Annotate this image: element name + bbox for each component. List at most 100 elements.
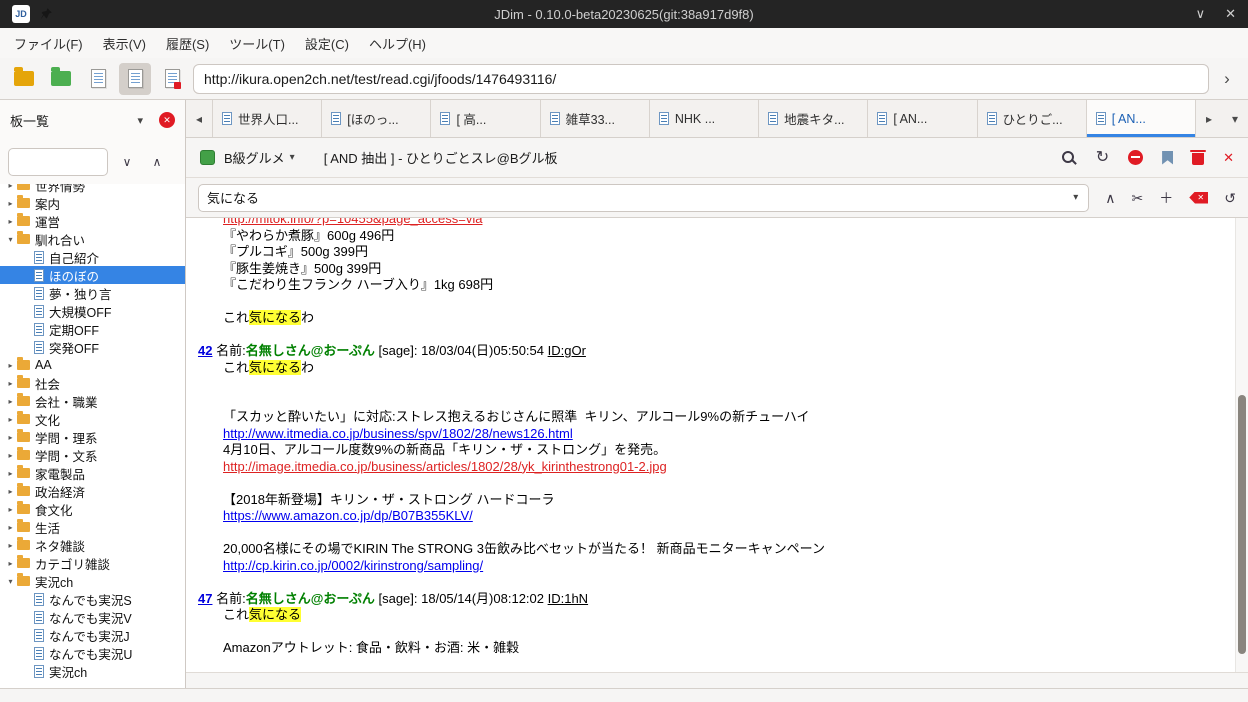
post-number-link[interactable]: 47 bbox=[198, 591, 212, 606]
reload-icon[interactable]: ↻ bbox=[1096, 150, 1109, 166]
thread-tab[interactable]: [ AN... bbox=[1087, 100, 1196, 137]
thread-list-button[interactable] bbox=[82, 63, 114, 95]
thread-tab[interactable]: 雑草33... bbox=[541, 100, 650, 137]
boards-sidebar-button[interactable] bbox=[8, 63, 40, 95]
tree-category-item[interactable]: ▸生活 bbox=[0, 518, 185, 536]
menu-item[interactable]: ファイル(F) bbox=[4, 30, 93, 57]
chevron-collapsed-icon[interactable]: ▸ bbox=[4, 397, 17, 406]
search-up-icon[interactable]: ∧ bbox=[146, 151, 168, 173]
tree-board-item[interactable]: 突発OFF bbox=[0, 338, 185, 356]
image-view-button[interactable] bbox=[156, 63, 188, 95]
tree-board-item[interactable]: 自己紹介 bbox=[0, 248, 185, 266]
chevron-collapsed-icon[interactable]: ▸ bbox=[4, 505, 17, 514]
thread-tab[interactable]: [ AN... bbox=[868, 100, 977, 137]
sidebar-dropdown-icon[interactable]: ▾ bbox=[137, 114, 143, 127]
tree-category-item[interactable]: ▾実況ch bbox=[0, 572, 185, 590]
scrollbar-thumb[interactable] bbox=[1238, 395, 1246, 654]
chevron-collapsed-icon[interactable]: ▸ bbox=[4, 451, 17, 460]
close-window-icon[interactable]: ✕ bbox=[1225, 6, 1236, 22]
link[interactable]: http://mitok.info/?p=10455&page_access=v… bbox=[223, 218, 482, 226]
link[interactable]: http://www.itmedia.co.jp/business/spv/18… bbox=[223, 426, 573, 441]
thread-tab[interactable]: 世界人口... bbox=[212, 100, 322, 137]
chevron-collapsed-icon[interactable]: ▸ bbox=[4, 487, 17, 496]
tree-board-item[interactable]: 大規模OFF bbox=[0, 302, 185, 320]
pin-icon[interactable] bbox=[39, 7, 53, 21]
poster-id[interactable]: ID:gOr bbox=[548, 343, 586, 358]
tree-category-item[interactable]: ▸社会 bbox=[0, 374, 185, 392]
menu-item[interactable]: ツール(T) bbox=[219, 30, 295, 57]
chevron-collapsed-icon[interactable]: ▸ bbox=[4, 199, 17, 208]
tree-category-item[interactable]: ▸AA bbox=[0, 356, 185, 374]
link[interactable]: http://cp.kirin.co.jp/0002/kirinstrong/s… bbox=[223, 558, 483, 573]
search-icon[interactable] bbox=[1061, 150, 1077, 166]
thread-tab[interactable]: NHK ... bbox=[650, 100, 759, 137]
tabs-scroll-right-icon[interactable]: ▸ bbox=[1196, 100, 1222, 137]
tree-category-item[interactable]: ▸文化 bbox=[0, 410, 185, 428]
stop-icon[interactable] bbox=[1128, 150, 1143, 165]
search-history-icon[interactable]: ▾ bbox=[1071, 192, 1080, 203]
tab-list-icon[interactable]: ▾ bbox=[1222, 100, 1248, 137]
tree-category-item[interactable]: ▸学問・理系 bbox=[0, 428, 185, 446]
scissors-icon[interactable]: ✂ bbox=[1132, 191, 1144, 205]
chevron-collapsed-icon[interactable]: ▸ bbox=[4, 415, 17, 424]
chevron-collapsed-icon[interactable]: ▸ bbox=[4, 469, 17, 478]
post-number-link[interactable]: 42 bbox=[198, 343, 212, 358]
tree-board-item[interactable]: なんでも実況V bbox=[0, 608, 185, 626]
menu-item[interactable]: 表示(V) bbox=[93, 30, 156, 57]
link[interactable]: https://www.amazon.co.jp/dp/B07B355KLV/ bbox=[223, 508, 473, 523]
favorites-button[interactable] bbox=[45, 63, 77, 95]
chevron-collapsed-icon[interactable]: ▸ bbox=[4, 217, 17, 226]
sidebar-search-input[interactable] bbox=[8, 148, 108, 176]
delete-icon[interactable] bbox=[1192, 153, 1204, 165]
tree-category-item[interactable]: ▸運営 bbox=[0, 212, 185, 230]
menu-item[interactable]: 設定(C) bbox=[295, 30, 359, 57]
chevron-collapsed-icon[interactable]: ▸ bbox=[4, 559, 17, 568]
chevron-collapsed-icon[interactable]: ▸ bbox=[4, 184, 17, 190]
tree-category-item[interactable]: ▾馴れ合い bbox=[0, 230, 185, 248]
url-input[interactable] bbox=[193, 64, 1209, 94]
search-down-icon[interactable]: ∨ bbox=[116, 151, 138, 173]
link[interactable]: http://image.itmedia.co.jp/business/arti… bbox=[223, 459, 667, 474]
sidebar-close-button[interactable]: ✕ bbox=[159, 112, 175, 128]
minimize-icon[interactable]: ∨ bbox=[1196, 6, 1206, 22]
extract-search-input[interactable] bbox=[207, 190, 1071, 205]
chevron-expanded-icon[interactable]: ▾ bbox=[4, 235, 17, 244]
tree-category-item[interactable]: ▸案内 bbox=[0, 194, 185, 212]
tabs-scroll-left-icon[interactable]: ◂ bbox=[186, 100, 212, 137]
tree-category-item[interactable]: ▸会社・職業 bbox=[0, 392, 185, 410]
scrollbar[interactable] bbox=[1235, 218, 1248, 672]
thread-tab[interactable]: [ほのっ... bbox=[322, 100, 431, 137]
close-tab-icon[interactable]: ✕ bbox=[1223, 150, 1234, 166]
chevron-collapsed-icon[interactable]: ▸ bbox=[4, 523, 17, 532]
tree-board-item[interactable]: なんでも実況U bbox=[0, 644, 185, 662]
tree-category-item[interactable]: ▸世界情勢 bbox=[0, 184, 185, 194]
tree-board-item[interactable]: 定期OFF bbox=[0, 320, 185, 338]
tree-category-item[interactable]: ▸ネタ雑談 bbox=[0, 536, 185, 554]
menu-item[interactable]: 履歴(S) bbox=[156, 30, 219, 57]
board-select[interactable]: B級グルメ ▾ bbox=[224, 148, 295, 167]
bookmark-icon[interactable] bbox=[1162, 151, 1173, 165]
add-search-icon[interactable]: ＋ bbox=[1159, 191, 1173, 205]
tree-board-item[interactable]: ほのぼの bbox=[0, 266, 185, 284]
tree-category-item[interactable]: ▸食文化 bbox=[0, 500, 185, 518]
undo-icon[interactable]: ↺ bbox=[1224, 191, 1236, 205]
chevron-collapsed-icon[interactable]: ▸ bbox=[4, 379, 17, 388]
thread-view-button[interactable] bbox=[119, 63, 151, 95]
tree-board-item[interactable]: 実況ch bbox=[0, 662, 185, 680]
chevron-collapsed-icon[interactable]: ▸ bbox=[4, 541, 17, 550]
thread-tab[interactable]: [ 高... bbox=[431, 100, 540, 137]
chevron-collapsed-icon[interactable]: ▸ bbox=[4, 361, 17, 370]
chevron-collapsed-icon[interactable]: ▸ bbox=[4, 433, 17, 442]
tree-board-item[interactable]: 夢・独り言 bbox=[0, 284, 185, 302]
find-up-icon[interactable]: ∧ bbox=[1105, 191, 1115, 205]
thread-tab[interactable]: 地震キタ... bbox=[759, 100, 868, 137]
tree-category-item[interactable]: ▸カテゴリ雑談 bbox=[0, 554, 185, 572]
poster-id[interactable]: ID:1hN bbox=[548, 591, 588, 606]
chevron-expanded-icon[interactable]: ▾ bbox=[4, 577, 17, 586]
menu-item[interactable]: ヘルプ(H) bbox=[359, 30, 436, 57]
tree-category-item[interactable]: ▸政治経済 bbox=[0, 482, 185, 500]
tree-board-item[interactable]: なんでも実況S bbox=[0, 590, 185, 608]
tree-category-item[interactable]: ▸家電製品 bbox=[0, 464, 185, 482]
open-url-button[interactable]: › bbox=[1214, 69, 1240, 89]
clear-search-icon[interactable]: ✕ bbox=[1189, 192, 1208, 204]
